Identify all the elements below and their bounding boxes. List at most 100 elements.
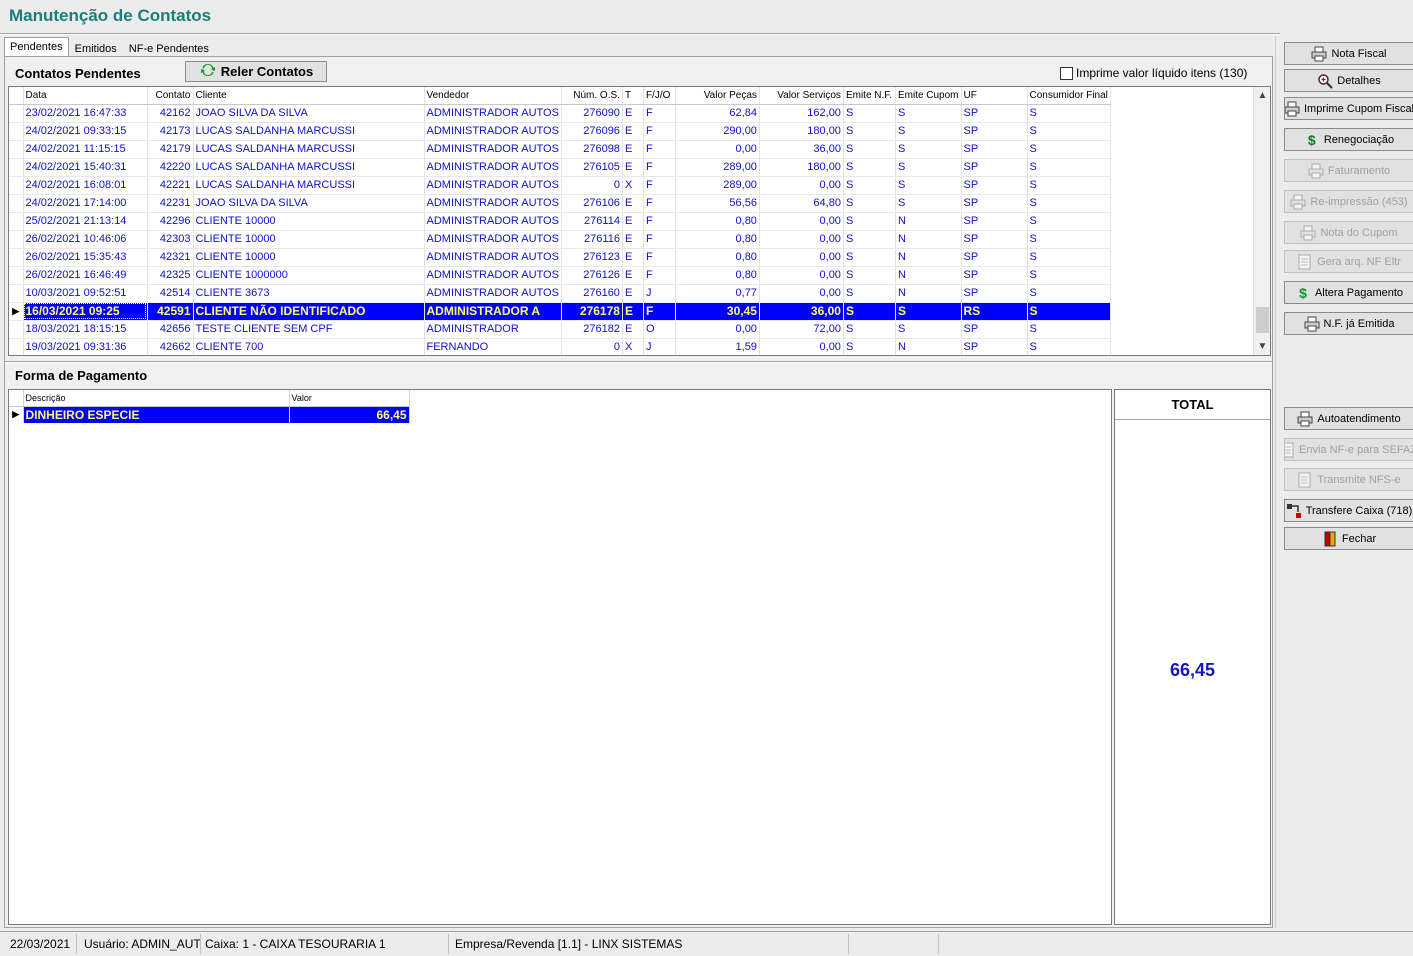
cell-data[interactable]: 24/02/2021 15:40:31 xyxy=(23,158,148,177)
cell-valor-servicos[interactable]: 36,00 xyxy=(759,302,844,321)
cell-emite-nf[interactable]: S xyxy=(843,122,896,141)
cell-tipo[interactable]: E xyxy=(622,140,644,159)
col-header-contato[interactable]: Contato xyxy=(147,87,194,105)
table-row[interactable]: 10/03/2021 09:52:51 42514 CLIENTE 3673 ADMI… xyxy=(9,284,1111,303)
cell-data[interactable]: 24/02/2021 11:15:15 xyxy=(23,140,148,159)
payment-grid[interactable]: Descrição Valor ▶ DINHEIRO ESPECIE 66,45 xyxy=(8,389,1112,925)
autoatendimento-button[interactable]: Autoatendimento xyxy=(1284,407,1413,430)
cell-emite-nf[interactable]: S xyxy=(843,302,896,321)
cell-num-os[interactable]: 276160 xyxy=(561,284,623,303)
cell-emite-cupom[interactable]: N xyxy=(895,212,962,231)
reimpressao-button[interactable]: Re-impressão (453) xyxy=(1284,190,1413,213)
payment-description[interactable]: DINHEIRO ESPECIE xyxy=(23,406,290,423)
cell-tipo[interactable]: E xyxy=(622,248,644,267)
cell-valor-pecas[interactable]: 56,56 xyxy=(675,194,760,213)
cell-emite-nf[interactable]: S xyxy=(843,266,896,285)
cell-uf[interactable]: SP xyxy=(961,104,1028,123)
cell-emite-nf[interactable]: S xyxy=(843,338,896,355)
cell-emite-cupom[interactable]: S xyxy=(895,104,962,123)
cell-vendedor[interactable]: ADMINISTRADOR AUTOS xyxy=(424,122,562,141)
col-header-valor-servicos[interactable]: Valor Serviços xyxy=(759,87,844,105)
payment-value[interactable]: 66,45 xyxy=(289,406,410,423)
cell-vendedor[interactable]: ADMINISTRADOR AUTOS xyxy=(424,266,562,285)
cell-cliente[interactable]: LUCAS SALDANHA MARCUSSI xyxy=(193,122,425,141)
contacts-grid[interactable]: Data Contato Cliente Vendedor Núm. O.S. T F/J/… xyxy=(8,86,1271,356)
cell-vendedor[interactable]: ADMINISTRADOR AUTOS xyxy=(424,284,562,303)
cell-tipo[interactable]: E xyxy=(622,320,644,339)
cell-data[interactable]: 10/03/2021 09:52:51 xyxy=(23,284,148,303)
cell-vendedor[interactable]: ADMINISTRADOR AUTOS xyxy=(424,140,562,159)
cell-data[interactable]: 19/03/2021 09:31:36 xyxy=(23,338,148,355)
cell-consumidor-final[interactable]: S xyxy=(1027,212,1111,231)
cell-vendedor[interactable]: ADMINISTRADOR AUTOS xyxy=(424,230,562,249)
cell-vendedor[interactable]: ADMINISTRADOR AUTOS xyxy=(424,176,562,195)
cell-num-os[interactable]: 276114 xyxy=(561,212,623,231)
cell-cliente[interactable]: CLIENTE 10000 xyxy=(193,248,425,267)
transmite-nfse-button[interactable]: Transmite NFS-e xyxy=(1284,468,1413,491)
cell-data[interactable]: 26/02/2021 15:35:43 xyxy=(23,248,148,267)
cell-num-os[interactable]: 276090 xyxy=(561,104,623,123)
table-row[interactable]: 26/02/2021 16:46:49 42325 CLIENTE 1000000 A… xyxy=(9,266,1111,285)
cell-contato[interactable]: 42514 xyxy=(147,284,194,303)
cell-num-os[interactable]: 276106 xyxy=(561,194,623,213)
cell-emite-nf[interactable]: S xyxy=(843,140,896,159)
cell-valor-servicos[interactable]: 36,00 xyxy=(759,140,844,159)
cell-contato[interactable]: 42325 xyxy=(147,266,194,285)
cell-consumidor-final[interactable]: S xyxy=(1027,140,1111,159)
col-header-vendedor[interactable]: Vendedor xyxy=(424,87,562,105)
cell-emite-cupom[interactable]: N xyxy=(895,284,962,303)
cell-consumidor-final[interactable]: S xyxy=(1027,122,1111,141)
cell-tipo[interactable]: E xyxy=(622,230,644,249)
cell-num-os[interactable]: 276182 xyxy=(561,320,623,339)
cell-data[interactable]: 24/02/2021 16:08:01 xyxy=(23,176,148,195)
cell-contato[interactable]: 42296 xyxy=(147,212,194,231)
table-row[interactable]: 26/02/2021 10:46:06 42303 CLIENTE 10000 ADM… xyxy=(9,230,1111,249)
cell-cliente[interactable]: JOAO SILVA DA SILVA xyxy=(193,194,425,213)
cell-num-os[interactable]: 276178 xyxy=(561,302,623,321)
cell-contato[interactable]: 42321 xyxy=(147,248,194,267)
cell-num-os[interactable]: 276116 xyxy=(561,230,623,249)
faturamento-button[interactable]: Faturamento xyxy=(1284,159,1413,182)
col-header-data[interactable]: Data xyxy=(23,87,148,105)
cell-uf[interactable]: SP xyxy=(961,194,1028,213)
cell-fjo[interactable]: F xyxy=(643,212,676,231)
cell-tipo[interactable]: E xyxy=(622,212,644,231)
table-row[interactable]: 18/03/2021 18:15:15 42656 TESTE CLIENTE SE… xyxy=(9,320,1111,339)
cell-vendedor[interactable]: ADMINISTRADOR xyxy=(424,320,562,339)
cell-valor-servicos[interactable]: 0,00 xyxy=(759,176,844,195)
cell-data[interactable]: 26/02/2021 16:46:49 xyxy=(23,266,148,285)
cell-uf[interactable]: SP xyxy=(961,266,1028,285)
cell-valor-pecas[interactable]: 1,59 xyxy=(675,338,760,355)
cell-emite-nf[interactable]: S xyxy=(843,230,896,249)
col-header-valor-pecas[interactable]: Valor Peças xyxy=(675,87,760,105)
cell-fjo[interactable]: F xyxy=(643,176,676,195)
cell-vendedor[interactable]: ADMINISTRADOR AUTOS xyxy=(424,158,562,177)
cell-tipo[interactable]: E xyxy=(622,122,644,141)
reload-contacts-button[interactable]: Reler Contatos xyxy=(185,61,327,82)
cell-consumidor-final[interactable]: S xyxy=(1027,104,1111,123)
gera-arq-nf-button[interactable]: Gera arq. NF Eltr xyxy=(1284,250,1413,273)
cell-valor-pecas[interactable]: 0,80 xyxy=(675,266,760,285)
cell-fjo[interactable]: J xyxy=(643,284,676,303)
table-row[interactable]: ▶ 16/03/2021 09:25 42591 CLIENTE NÃO IDENTI… xyxy=(9,302,1111,321)
cell-uf[interactable]: SP xyxy=(961,158,1028,177)
cell-valor-pecas[interactable]: 289,00 xyxy=(675,158,760,177)
cell-num-os[interactable]: 276098 xyxy=(561,140,623,159)
cell-emite-nf[interactable]: S xyxy=(843,194,896,213)
cell-vendedor[interactable]: ADMINISTRADOR A xyxy=(424,302,562,321)
cell-valor-pecas[interactable]: 289,00 xyxy=(675,176,760,195)
cell-vendedor[interactable]: ADMINISTRADOR AUTOS xyxy=(424,212,562,231)
col-header-tipo[interactable]: T xyxy=(622,87,644,105)
col-header-uf[interactable]: UF xyxy=(961,87,1028,105)
scroll-down-icon[interactable]: ▼ xyxy=(1254,338,1270,355)
cell-valor-servicos[interactable]: 0,00 xyxy=(759,248,844,267)
cell-fjo[interactable]: J xyxy=(643,338,676,355)
cell-emite-cupom[interactable]: S xyxy=(895,320,962,339)
col-header-num-os[interactable]: Núm. O.S. xyxy=(561,87,623,105)
cell-valor-pecas[interactable]: 0,80 xyxy=(675,230,760,249)
cell-fjo[interactable]: F xyxy=(643,194,676,213)
cell-valor-servicos[interactable]: 0,00 xyxy=(759,230,844,249)
cell-uf[interactable]: SP xyxy=(961,320,1028,339)
nota-fiscal-button[interactable]: Nota Fiscal xyxy=(1284,42,1413,65)
cell-contato[interactable]: 42591 xyxy=(147,302,194,321)
